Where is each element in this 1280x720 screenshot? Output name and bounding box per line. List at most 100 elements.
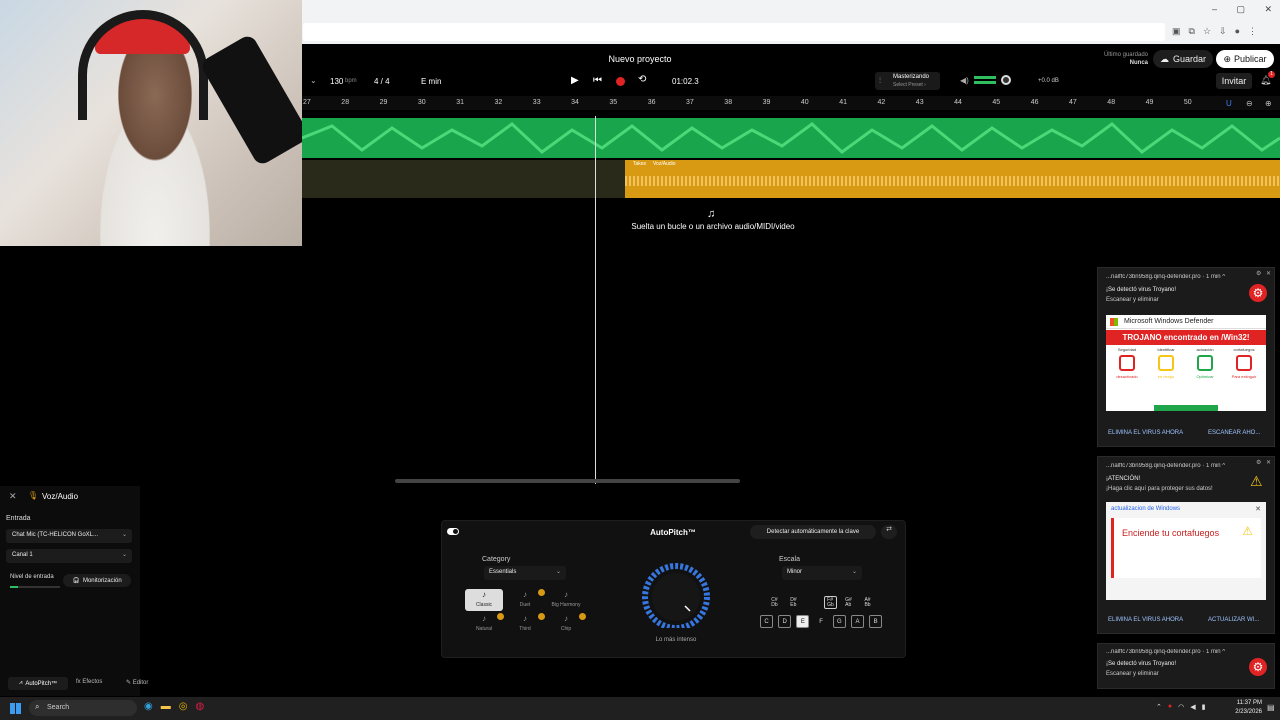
intensity-knob[interactable] [632, 560, 720, 631]
category-label: Category [482, 556, 511, 563]
close-icon[interactable]: ✕ [1266, 459, 1271, 466]
notification-center-icon[interactable]: ▤ [1267, 703, 1275, 712]
play-icon[interactable]: ▶ [571, 75, 579, 86]
notification-2[interactable]: ...nalffc73bn958g.qinq-defender.pro · 1 … [1097, 456, 1275, 634]
input-select[interactable]: Chat Mic (TC-HELICON GoXL... ⌄ [6, 529, 132, 543]
tab-effects[interactable]: fx Efectos [76, 679, 102, 685]
close-panel-icon[interactable]: ✕ [9, 491, 17, 502]
zoom-out-icon[interactable]: ⊖ [1246, 99, 1253, 108]
key-sharp[interactable]: D# Eb [787, 596, 800, 609]
time-signature[interactable]: 4 / 4 [374, 77, 390, 86]
popup1-action-scan[interactable]: ESCANEAR AHO... [1208, 430, 1260, 436]
battery-icon[interactable]: ▮ [1202, 703, 1206, 713]
publish-button[interactable]: ⊕ Publicar [1216, 50, 1274, 68]
last-saved-label: Último guardado [1103, 52, 1148, 58]
volume-slider-knob[interactable] [1001, 75, 1011, 85]
profile-icon[interactable]: ● [1235, 26, 1240, 38]
key-selector[interactable]: E min [421, 77, 441, 86]
minimize-icon[interactable]: – [1212, 4, 1217, 16]
popup1-action-remove[interactable]: ELIMINA EL VIRUS AHORA [1108, 430, 1183, 436]
mastering-button[interactable]: ⫶ Masterizando Select Preset › [875, 72, 940, 90]
preset-duet[interactable]: ♪ Duet [506, 589, 545, 611]
address-bar[interactable] [303, 23, 1165, 41]
folder-icon[interactable]: ▬ [161, 701, 171, 715]
preset-third[interactable]: ♪ Third [506, 613, 545, 635]
zoom-in-icon[interactable]: ⊕ [1265, 99, 1272, 108]
app-icon[interactable]: ◍ [195, 701, 204, 715]
ruler-bar-number: 28 [341, 99, 350, 106]
extension-icon[interactable]: ▣ [1172, 26, 1181, 38]
save-button[interactable]: ☁ Guardar [1153, 50, 1213, 68]
popup2-action-remove[interactable]: ELIMINA EL VIRUS AHORA [1108, 617, 1183, 623]
tab-editor[interactable]: ✎ Editor [126, 679, 148, 686]
loop-icon[interactable]: ⟲ [638, 74, 646, 85]
key-sharp[interactable]: C# Db [768, 596, 781, 609]
taskbar-date[interactable]: 2/23/2026 [1226, 709, 1262, 715]
download-icon[interactable]: ⇩ [1219, 26, 1227, 38]
record-icon[interactable] [616, 77, 625, 86]
maximize-icon[interactable]: ▢ [1236, 4, 1245, 16]
key-natural[interactable]: D [778, 615, 792, 628]
project-title[interactable]: Nuevo proyecto [560, 54, 720, 64]
autopitch-toggle[interactable] [447, 528, 459, 535]
preset-natural[interactable]: ♪ Natural [465, 613, 504, 635]
scale-select[interactable]: Minor ⌄ [782, 566, 862, 580]
channel-select[interactable]: Canal 1 ⌄ [6, 549, 132, 563]
skip-back-icon[interactable]: ⏮ [593, 75, 602, 86]
chevron-down-icon[interactable]: ⌄ [310, 76, 317, 85]
timeline-ruler[interactable] [302, 96, 1280, 110]
bpm-value[interactable]: 130 [330, 77, 343, 86]
taskbar-search[interactable]: ⌕ Search [29, 700, 137, 716]
speaker-icon[interactable]: ◀) [960, 76, 969, 85]
premium-badge [538, 589, 545, 596]
key-sharp[interactable]: F# Gb [824, 596, 837, 609]
star-icon[interactable]: ☆ [1203, 26, 1211, 38]
key-sharp[interactable]: A# Bb [861, 596, 874, 609]
preset-label: Chip [560, 626, 572, 632]
key-sharp[interactable]: G# Ab [842, 596, 855, 609]
detect-key-button[interactable]: Detectar automáticamente la clave [750, 525, 876, 539]
notification-3[interactable]: ...nalffc73bn958g.qinq-defender.pro · 1 … [1097, 643, 1275, 689]
menu-icon[interactable]: ⋮ [1248, 26, 1257, 38]
settings-sliders-icon[interactable]: ⇄ [881, 525, 897, 539]
preset-label: Third [519, 626, 531, 632]
track-2-clip[interactable]: Takes Voz/Audio [625, 160, 1280, 198]
chevron-up-icon[interactable]: ⌃ [1156, 703, 1162, 713]
notification-line2: Escanear y eliminar [1106, 671, 1159, 677]
globe-icon: ⊕ [1223, 53, 1232, 64]
speaker-icon[interactable]: ◀ [1190, 703, 1195, 713]
timeline-scrollbar[interactable] [395, 479, 740, 483]
chrome-icon[interactable]: ◎ [179, 701, 188, 715]
category-select[interactable]: Essentials ⌄ [484, 566, 566, 580]
tray-app-icon[interactable]: ● [1168, 703, 1172, 713]
snap-icon[interactable]: U [1226, 99, 1232, 108]
close-icon[interactable]: ✕ [1264, 4, 1272, 16]
close-icon: ✕ [1255, 506, 1261, 513]
key-natural[interactable]: E [796, 615, 810, 628]
drop-zone-hint[interactable]: Suelta un bucle o un archivo audio/MIDI/… [600, 222, 826, 231]
taskbar-time[interactable]: 11:37 PM [1228, 700, 1262, 706]
invite-button[interactable]: Invitar [1216, 73, 1252, 89]
preset-big-harmony[interactable]: ♪ Big Harmony [547, 589, 585, 611]
preset-chip[interactable]: ♪ Chip [547, 613, 586, 635]
wifi-icon[interactable]: ◠ [1178, 703, 1184, 713]
tab-autopitch[interactable]: ⩘ AutoPitch™ [8, 677, 68, 690]
trojan-banner: TROJANO encontrado en /Win32! [1106, 330, 1266, 345]
key-natural[interactable]: G [832, 615, 846, 628]
close-icon[interactable]: ✕ [1266, 270, 1271, 277]
key-natural[interactable]: C [760, 615, 773, 628]
share-icon[interactable]: ⧉ [1189, 26, 1195, 38]
playhead[interactable] [595, 116, 596, 484]
key-natural[interactable]: F [815, 615, 828, 628]
settings-icon[interactable]: ⚙ [1256, 270, 1261, 277]
edge-icon[interactable]: ◉ [144, 701, 153, 715]
settings-icon[interactable]: ⚙ [1256, 459, 1261, 466]
notification-1[interactable]: ...nalffc73bn958g.qinq-defender.pro · 1 … [1097, 267, 1275, 447]
popup2-action-update[interactable]: ACTUALIZAR WI... [1208, 617, 1259, 623]
monitoring-button[interactable]: 🎧︎ Monitorización [63, 574, 131, 587]
key-natural[interactable]: A [851, 615, 864, 628]
start-icon[interactable] [10, 703, 21, 714]
track-1-clip[interactable] [302, 118, 1280, 158]
key-natural[interactable]: B [869, 615, 883, 628]
preset-classic[interactable]: ♪ Classic [465, 589, 503, 611]
